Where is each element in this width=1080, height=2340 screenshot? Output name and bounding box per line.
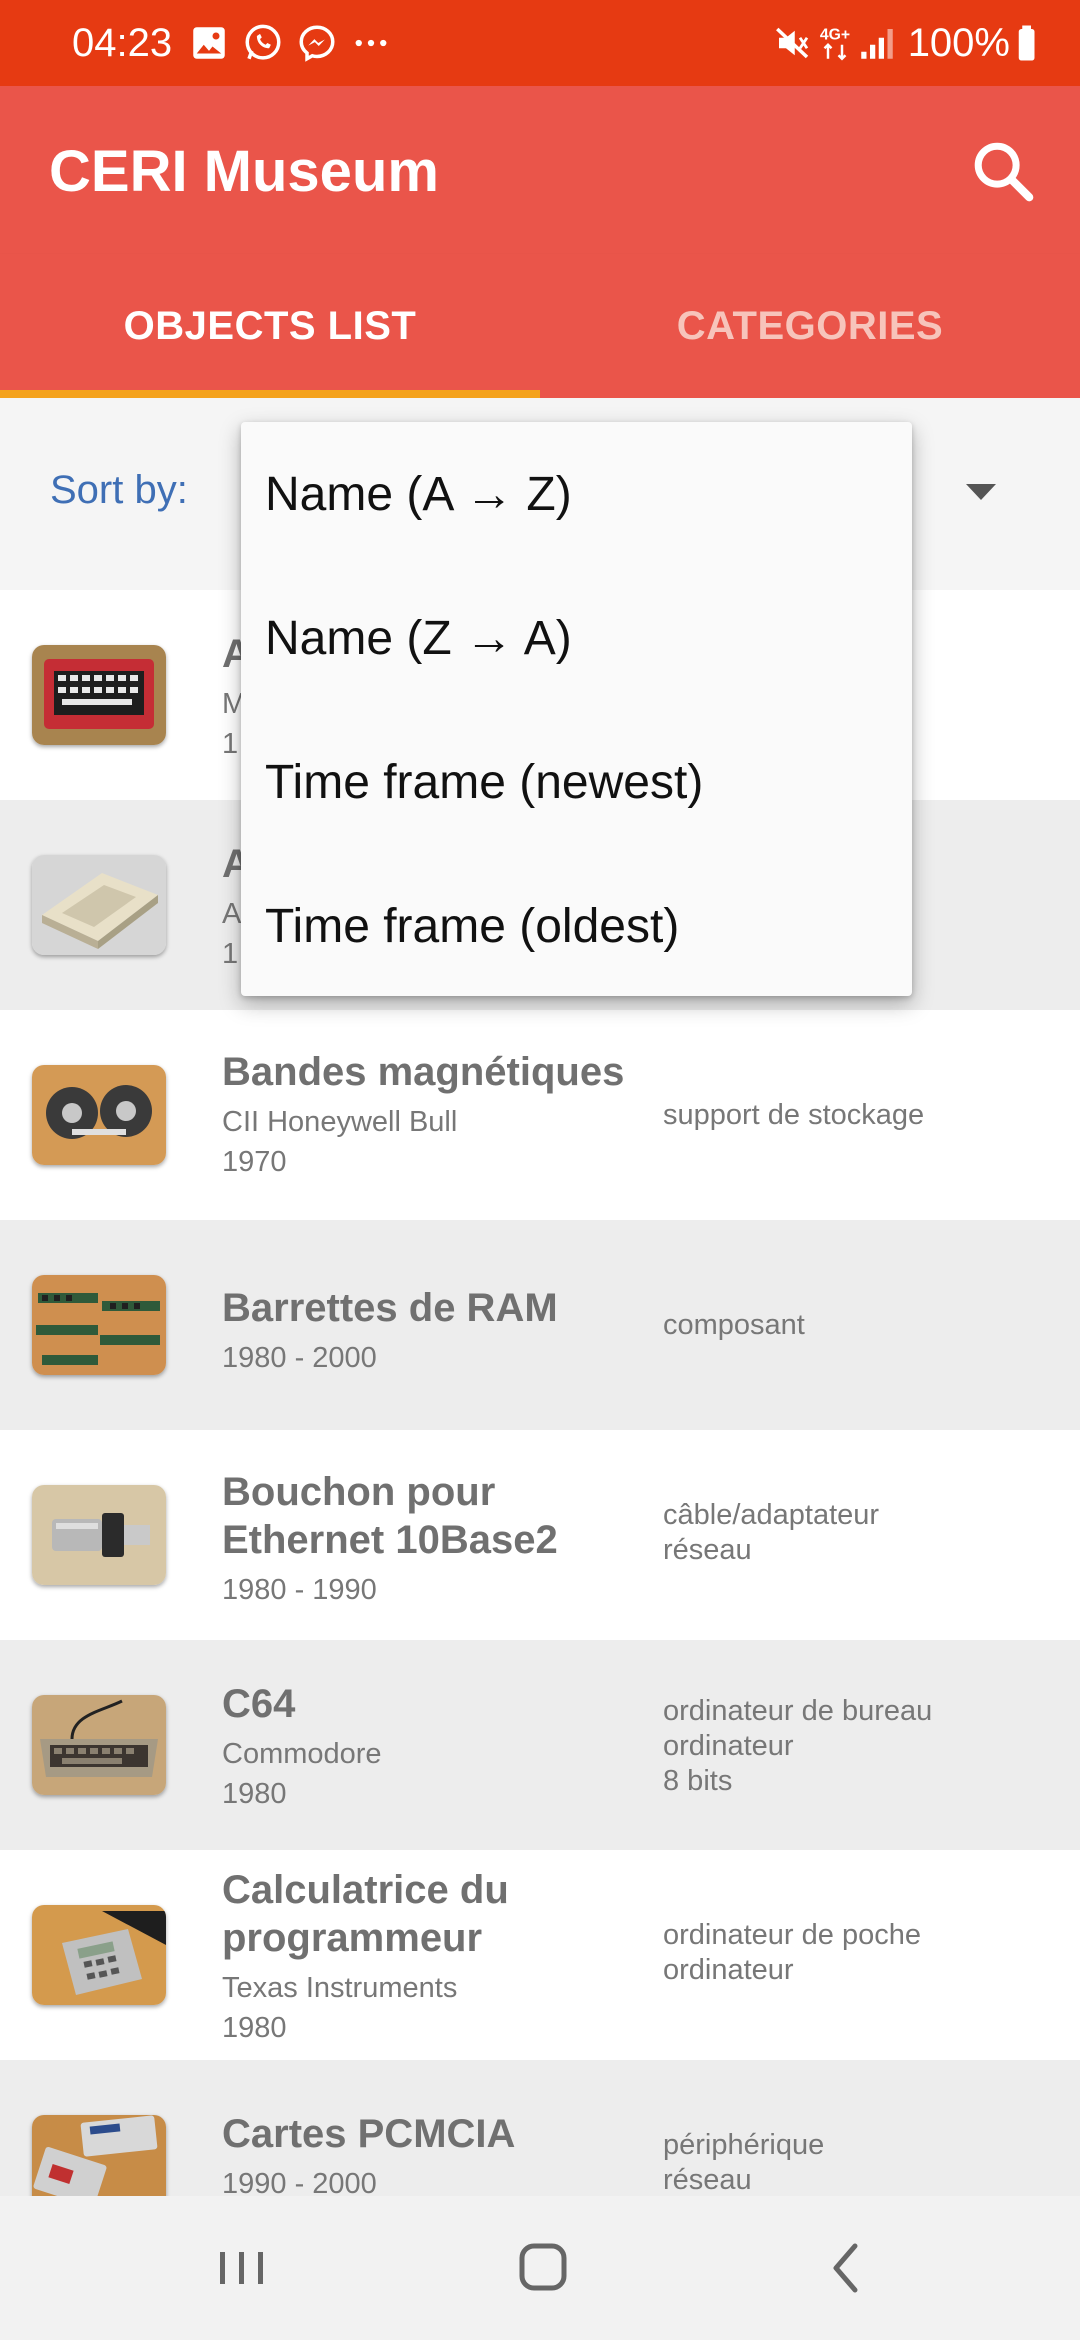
item-year: 1980 — [222, 2012, 287, 2044]
notification-icons — [188, 22, 392, 64]
item-thumbnail — [32, 645, 166, 745]
tab-bar: OBJECTS LIST CATEGORIES — [0, 254, 1080, 398]
item-year: 1980 — [222, 1778, 287, 1810]
tab-objects-list[interactable]: OBJECTS LIST — [0, 254, 540, 398]
app-title: CERI Museum — [49, 139, 439, 204]
home-icon[interactable] — [498, 2232, 588, 2304]
battery-icon — [1018, 25, 1035, 61]
item-thumbnail — [32, 1905, 166, 2005]
item-maker: A — [222, 898, 242, 930]
item-year: 1970 — [222, 1146, 287, 1178]
sort-label: Sort by: — [50, 468, 188, 512]
item-name-line-2: programmeur — [222, 1916, 483, 1960]
item-thumbnail — [32, 1485, 166, 1585]
system-status-icons: 4G+ 100% — [772, 18, 1080, 68]
sort-option-name-asc[interactable]: Name (A → Z) — [241, 422, 912, 566]
signal-icon — [860, 29, 893, 59]
messenger-icon — [299, 25, 335, 62]
app-bar: CERI Museum — [0, 86, 1080, 254]
item-category-3: 8 bits — [663, 1765, 733, 1797]
item-name: Barrettes de RAM — [222, 1286, 558, 1330]
item-name: Bandes magnétiques — [222, 1050, 625, 1094]
more-dots-icon — [355, 39, 387, 47]
item-year: 1 — [222, 728, 239, 760]
tab-indicator — [0, 390, 540, 398]
whatsapp-icon — [245, 24, 281, 60]
list-item[interactable]: C64 Commodore 1980 ordinateur de bureau … — [0, 1640, 1080, 1850]
gallery-icon — [193, 27, 225, 59]
item-name-line-1: Bouchon pour — [222, 1470, 496, 1514]
sort-dropdown-arrow-icon[interactable] — [966, 484, 996, 500]
item-time-frame: 1980 - 2000 — [222, 1342, 377, 1374]
item-name-line-1: Calculatrice du — [222, 1868, 509, 1912]
item-maker: Commodore — [222, 1738, 382, 1770]
sort-option-time-oldest[interactable]: Time frame (oldest) — [241, 854, 912, 998]
sort-option-name-desc[interactable]: Name (Z → A) — [241, 566, 912, 710]
item-category-2: ordinateur — [663, 1954, 794, 1986]
item-thumbnail — [32, 855, 166, 955]
status-bar: 04:23 4G+ 100% — [0, 0, 1080, 86]
item-category-1: ordinateur de bureau — [663, 1695, 933, 1727]
4g-data-icon: 4G+ — [820, 27, 850, 61]
sort-dropdown-menu: Name (A → Z) Name (Z → A) Time frame (ne… — [241, 422, 912, 996]
recent-apps-icon[interactable] — [196, 2232, 286, 2304]
svg-text:4G+: 4G+ — [820, 27, 850, 44]
list-item[interactable]: Calculatrice du programmeur Texas Instru… — [0, 1850, 1080, 2060]
item-name-line-2: Ethernet 10Base2 — [222, 1518, 558, 1562]
tab-categories[interactable]: CATEGORIES — [540, 254, 1080, 398]
sort-option-time-newest[interactable]: Time frame (newest) — [241, 710, 912, 854]
search-icon[interactable] — [968, 136, 1038, 206]
list-item[interactable]: Bouchon pour Ethernet 10Base2 1980 - 199… — [0, 1430, 1080, 1640]
item-name: Cartes PCMCIA — [222, 2112, 516, 2156]
item-category-1: ordinateur de poche — [663, 1919, 921, 1951]
item-category-2: ordinateur — [663, 1730, 794, 1762]
item-category-1: périphérique — [663, 2129, 825, 2161]
item-name: C64 — [222, 1682, 296, 1726]
item-maker: Texas Instruments — [222, 1972, 458, 2004]
item-thumbnail — [32, 1695, 166, 1795]
item-time-frame: 1980 - 1990 — [222, 1574, 377, 1606]
list-item[interactable]: Bandes magnétiques CII Honeywell Bull 19… — [0, 1010, 1080, 1220]
item-year: 1 — [222, 938, 239, 970]
item-category: support de stockage — [663, 1099, 925, 1131]
item-category-2: réseau — [663, 2164, 752, 2196]
item-maker: CII Honeywell Bull — [222, 1106, 458, 1138]
item-thumbnail — [32, 1275, 166, 1375]
battery-percent: 100% — [907, 20, 1010, 65]
item-category-2: réseau — [663, 1534, 752, 1566]
status-time: 04:23 — [72, 21, 173, 65]
navigation-bar — [0, 2196, 1080, 2340]
item-thumbnail — [32, 1065, 166, 1165]
item-category: composant — [663, 1309, 805, 1341]
mute-icon — [775, 27, 808, 59]
back-icon[interactable] — [800, 2232, 890, 2304]
list-item[interactable]: Barrettes de RAM 1980 - 2000 composant — [0, 1220, 1080, 1430]
item-category-1: câble/adaptateur — [663, 1499, 880, 1531]
